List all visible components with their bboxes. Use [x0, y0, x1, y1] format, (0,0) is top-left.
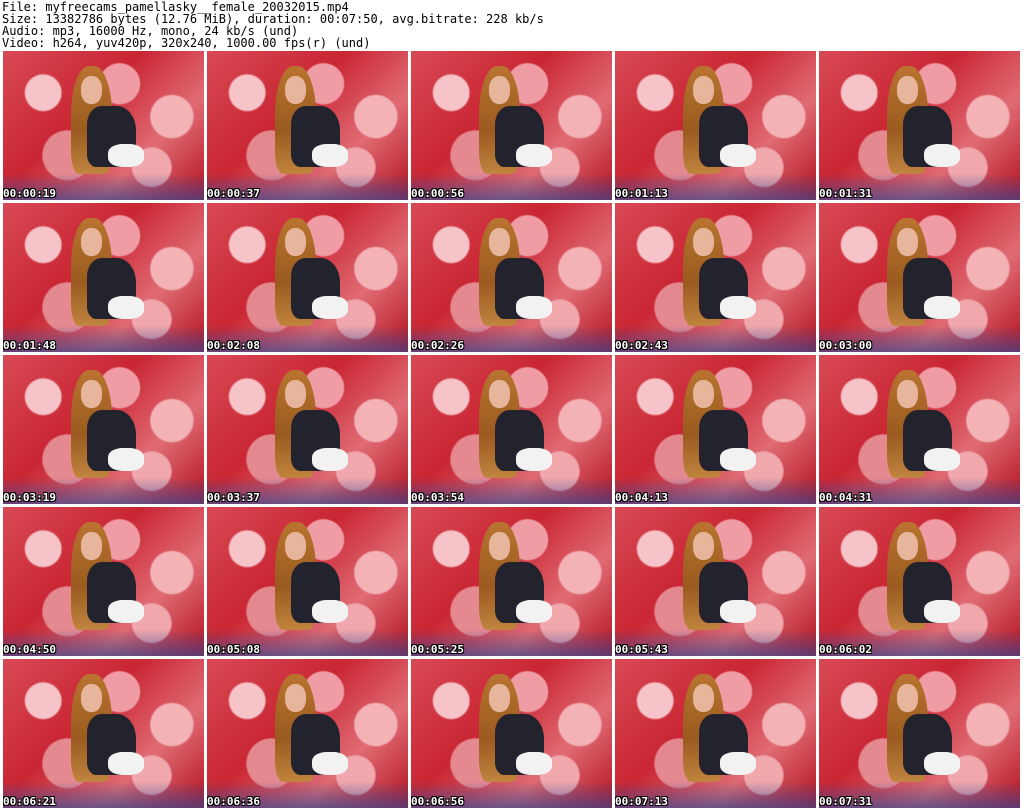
person-figure	[879, 673, 960, 801]
thumbnail-timestamp: 00:06:02	[819, 643, 872, 656]
person-figure	[879, 369, 960, 497]
video-thumbnail: 00:06:56	[411, 659, 612, 808]
video-thumbnail: 00:03:37	[207, 355, 408, 504]
video-thumbnail: 00:06:36	[207, 659, 408, 808]
person-figure	[471, 673, 552, 801]
person-figure	[63, 217, 144, 345]
person-figure	[267, 369, 348, 497]
thumbnail-timestamp: 00:06:56	[411, 795, 464, 808]
person-figure	[879, 217, 960, 345]
thumbnail-timestamp: 00:04:31	[819, 491, 872, 504]
video-thumbnail: 00:04:31	[819, 355, 1020, 504]
video-thumbnail: 00:01:13	[615, 51, 816, 200]
thumbnail-timestamp: 00:00:37	[207, 187, 260, 200]
thumbnail-timestamp: 00:06:36	[207, 795, 260, 808]
thumbnail-timestamp: 00:03:54	[411, 491, 464, 504]
thumbnail-timestamp: 00:02:26	[411, 339, 464, 352]
thumbnail-timestamp: 00:04:13	[615, 491, 668, 504]
video-thumbnail: 00:00:19	[3, 51, 204, 200]
video-thumbnail: 00:02:26	[411, 203, 612, 352]
thumbnail-timestamp: 00:07:13	[615, 795, 668, 808]
thumbnail-timestamp: 00:05:25	[411, 643, 464, 656]
person-figure	[267, 673, 348, 801]
person-figure	[675, 217, 756, 345]
video-thumbnail: 00:03:00	[819, 203, 1020, 352]
thumbnail-grid: 00:00:19 00:00:37 00:00:56 00:01:13 00:0…	[3, 51, 1023, 810]
person-figure	[63, 65, 144, 193]
thumbnail-timestamp: 00:03:19	[3, 491, 56, 504]
thumbnail-timestamp: 00:05:43	[615, 643, 668, 656]
person-figure	[675, 521, 756, 649]
thumbnail-timestamp: 00:04:50	[3, 643, 56, 656]
thumbnail-timestamp: 00:02:43	[615, 339, 668, 352]
video-thumbnail: 00:03:54	[411, 355, 612, 504]
person-figure	[879, 65, 960, 193]
thumbnail-timestamp: 00:02:08	[207, 339, 260, 352]
video-thumbnail: 00:02:43	[615, 203, 816, 352]
thumbnail-timestamp: 00:01:13	[615, 187, 668, 200]
thumbnail-timestamp: 00:01:48	[3, 339, 56, 352]
file-info-header: File: myfreecams_pamellasky__female_2003…	[2, 1, 1022, 49]
person-figure	[267, 217, 348, 345]
thumbnail-timestamp: 00:06:21	[3, 795, 56, 808]
video-thumbnail: 00:05:43	[615, 507, 816, 656]
video-thumbnail: 00:00:56	[411, 51, 612, 200]
thumbnail-timestamp: 00:03:37	[207, 491, 260, 504]
thumbnail-timestamp: 00:03:00	[819, 339, 872, 352]
video-thumbnail: 00:07:31	[819, 659, 1020, 808]
person-figure	[675, 65, 756, 193]
video-thumbnail: 00:04:13	[615, 355, 816, 504]
video-thumbnail: 00:00:37	[207, 51, 408, 200]
video-thumbnail: 00:02:08	[207, 203, 408, 352]
person-figure	[471, 65, 552, 193]
video-thumbnail: 00:03:19	[3, 355, 204, 504]
video-thumbnail: 00:07:13	[615, 659, 816, 808]
video-thumbnail: 00:06:21	[3, 659, 204, 808]
person-figure	[63, 369, 144, 497]
thumbnail-timestamp: 00:05:08	[207, 643, 260, 656]
video-thumbnail: 00:05:25	[411, 507, 612, 656]
person-figure	[267, 65, 348, 193]
person-figure	[471, 217, 552, 345]
thumbnail-timestamp: 00:01:31	[819, 187, 872, 200]
thumbnail-timestamp: 00:07:31	[819, 795, 872, 808]
video-thumbnail: 00:01:31	[819, 51, 1020, 200]
video-info-line: Video: h264, yuv420p, 320x240, 1000.00 f…	[2, 36, 371, 50]
person-figure	[267, 521, 348, 649]
thumbnail-timestamp: 00:00:19	[3, 187, 56, 200]
person-figure	[63, 673, 144, 801]
person-figure	[63, 521, 144, 649]
video-thumbnail: 00:01:48	[3, 203, 204, 352]
person-figure	[879, 521, 960, 649]
video-thumbnail: 00:06:02	[819, 507, 1020, 656]
video-thumbnail: 00:04:50	[3, 507, 204, 656]
video-thumbnail: 00:05:08	[207, 507, 408, 656]
thumbnail-timestamp: 00:00:56	[411, 187, 464, 200]
person-figure	[675, 369, 756, 497]
person-figure	[675, 673, 756, 801]
person-figure	[471, 521, 552, 649]
person-figure	[471, 369, 552, 497]
